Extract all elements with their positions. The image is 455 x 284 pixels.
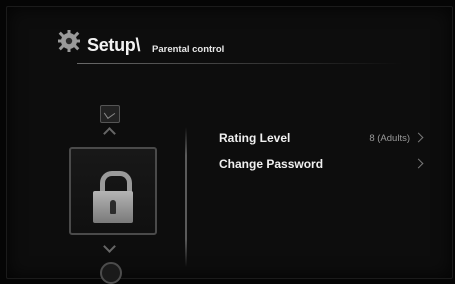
tv-screen: Setup\ Parental control Rating Level 8 (… xyxy=(6,6,453,284)
chevron-right-icon xyxy=(413,158,424,169)
chevron-right-icon xyxy=(413,132,424,143)
page-subtitle: Parental control xyxy=(152,44,225,55)
lock-body xyxy=(93,191,133,223)
menu-item-change-password[interactable]: Change Password xyxy=(219,151,424,177)
gear-icon xyxy=(58,30,80,52)
chevron-down-icon[interactable] xyxy=(103,240,116,253)
disc-icon[interactable] xyxy=(100,262,122,284)
menu-item-label: Rating Level xyxy=(219,131,291,145)
vertical-divider xyxy=(185,127,187,267)
menu-item-rating-level[interactable]: Rating Level 8 (Adults) xyxy=(219,125,424,151)
rating-level-value: 8 (Adults) xyxy=(369,132,410,144)
picture-icon[interactable] xyxy=(100,105,120,123)
page-title: Setup\ xyxy=(87,35,141,55)
lock-keyhole xyxy=(110,200,116,214)
settings-menu: Rating Level 8 (Adults) Change Password xyxy=(219,125,424,177)
header-divider xyxy=(77,63,402,64)
menu-item-label: Change Password xyxy=(219,157,324,171)
selected-category-parental-control[interactable] xyxy=(69,147,157,235)
category-nav xyxy=(67,87,157,284)
chevron-up-icon[interactable] xyxy=(103,127,116,140)
